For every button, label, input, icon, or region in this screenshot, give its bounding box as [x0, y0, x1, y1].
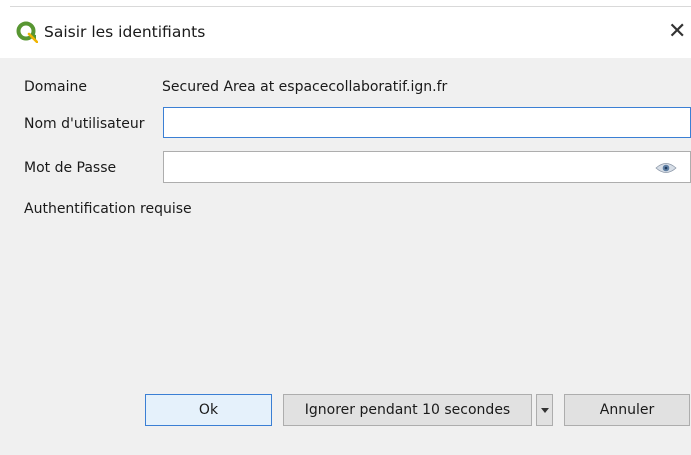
window-title: Saisir les identifiants [44, 23, 206, 41]
show-password-eye-icon[interactable] [655, 162, 677, 174]
ignore-button[interactable]: Ignorer pendant 10 secondes [283, 394, 532, 426]
cancel-button[interactable]: Annuler [564, 394, 690, 426]
title-bar: Saisir les identifiants ✕ [0, 0, 691, 58]
close-icon[interactable]: ✕ [668, 18, 691, 46]
domain-label: Domaine [24, 79, 87, 95]
qgis-logo-icon [16, 21, 38, 43]
domain-value: Secured Area at espacecollaboratif.ign.f… [162, 79, 448, 95]
password-field[interactable] [163, 151, 691, 183]
ok-button[interactable]: Ok [145, 394, 272, 426]
username-label: Nom d'utilisateur [24, 116, 145, 132]
password-label: Mot de Passe [24, 160, 117, 176]
credentials-dialog: Saisir les identifiants ✕ Domaine Secure… [0, 0, 691, 455]
status-text: Authentification requise [24, 201, 192, 217]
title-bar-top-border [10, 6, 691, 7]
chevron-down-icon [541, 408, 549, 413]
username-field[interactable] [163, 107, 691, 138]
ignore-dropdown-button[interactable] [536, 394, 553, 426]
